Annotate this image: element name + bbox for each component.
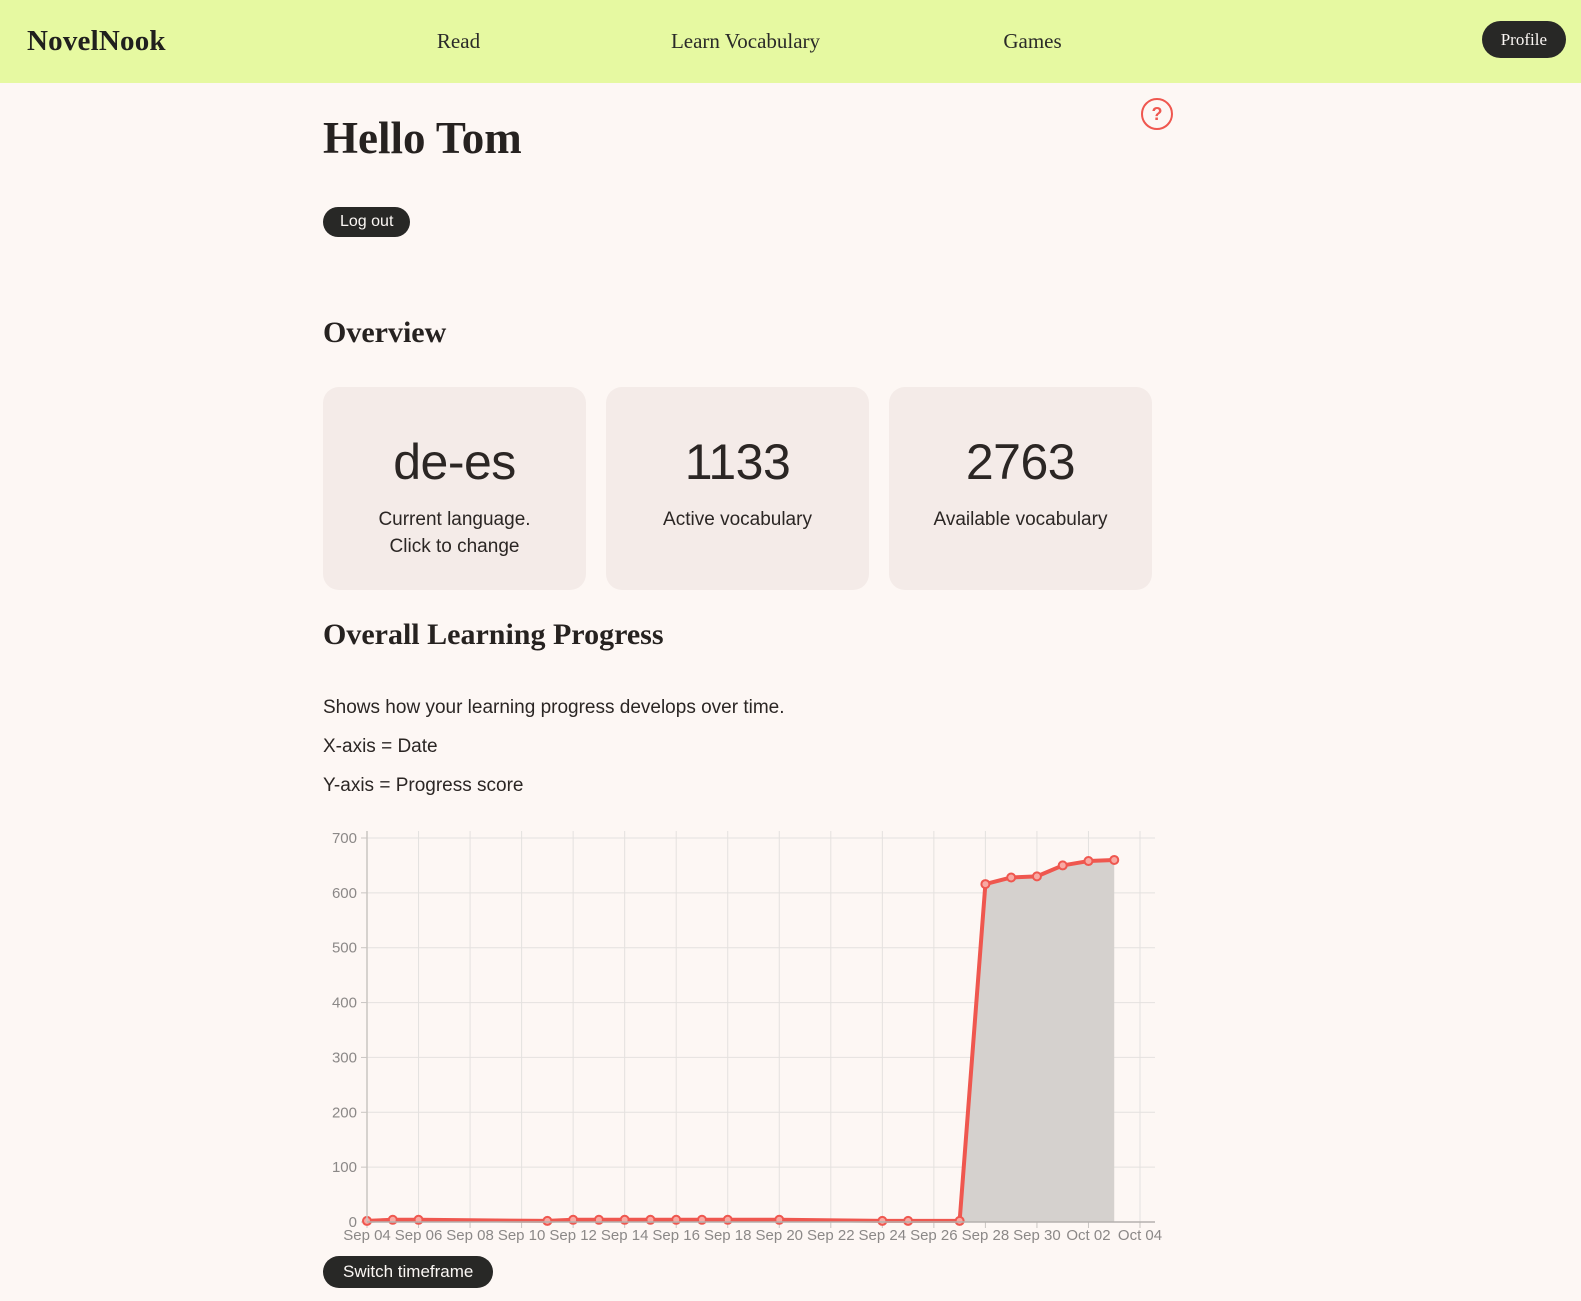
brand-logo[interactable]: NovelNook bbox=[27, 25, 166, 58]
svg-text:100: 100 bbox=[332, 1159, 357, 1176]
page-title: Hello Tom bbox=[323, 113, 522, 163]
card-current-language[interactable]: de-es Current language. Click to change bbox=[323, 387, 586, 590]
card-label-line: Available vocabulary bbox=[933, 509, 1108, 530]
card-label-line: Current language. bbox=[378, 509, 531, 530]
progress-chart: 0 100 200 300 400 500 600 700 Sep 04 Sep 06 Sep 08… bbox=[323, 818, 1172, 1244]
switch-row: Switch timeframe bbox=[323, 1256, 1581, 1288]
svg-text:700: 700 bbox=[332, 830, 357, 847]
card-label-line: Click to change bbox=[389, 535, 520, 557]
switch-timeframe-button[interactable]: Switch timeframe bbox=[323, 1256, 494, 1288]
logout-row: Log out bbox=[323, 207, 1581, 237]
card-value-available: 2763 bbox=[965, 434, 1076, 490]
svg-text:Sep 12: Sep 12 bbox=[549, 1227, 597, 1243]
svg-text:Oct 04: Oct 04 bbox=[1118, 1227, 1162, 1243]
svg-text:Oct 02: Oct 02 bbox=[1066, 1227, 1110, 1243]
card-label-active: Active vocabulary bbox=[606, 507, 869, 534]
card-label-language: Current language. Click to change bbox=[323, 507, 586, 561]
svg-text:200: 200 bbox=[332, 1104, 357, 1121]
logout-button[interactable]: Log out bbox=[323, 207, 411, 237]
svg-text:Sep 18: Sep 18 bbox=[704, 1227, 752, 1243]
svg-text:400: 400 bbox=[332, 995, 357, 1012]
main-content: Hello Tom ? Log out Overview de-es Curre… bbox=[0, 98, 1581, 1288]
main-nav: Read Learn Vocabulary Games bbox=[315, 0, 1176, 83]
svg-text:300: 300 bbox=[332, 1049, 357, 1066]
card-label-line: Active vocabulary bbox=[663, 509, 812, 530]
svg-text:Sep 20: Sep 20 bbox=[755, 1227, 803, 1243]
profile-button[interactable]: Profile bbox=[1481, 21, 1566, 58]
overview-cards: de-es Current language. Click to change … bbox=[323, 387, 1581, 590]
card-value-language: de-es bbox=[393, 434, 516, 490]
card-active-vocabulary: 1133 Active vocabulary bbox=[606, 387, 869, 590]
svg-text:Sep 30: Sep 30 bbox=[1013, 1227, 1061, 1243]
top-navbar: NovelNook Read Learn Vocabulary Games Pr… bbox=[0, 0, 1581, 83]
y-axis-note: Y-axis = Progress score bbox=[323, 775, 524, 796]
progress-heading: Overall Learning Progress bbox=[323, 618, 664, 651]
nav-item-learn-vocabulary[interactable]: Learn Vocabulary bbox=[602, 0, 889, 83]
card-label-available: Available vocabulary bbox=[889, 507, 1152, 534]
x-axis-note: X-axis = Date bbox=[323, 736, 438, 757]
svg-text:Sep 26: Sep 26 bbox=[910, 1227, 958, 1243]
svg-text:Sep 08: Sep 08 bbox=[446, 1227, 494, 1243]
svg-text:Sep 24: Sep 24 bbox=[859, 1227, 907, 1243]
svg-text:Sep 10: Sep 10 bbox=[498, 1227, 546, 1243]
svg-text:Sep 16: Sep 16 bbox=[652, 1227, 700, 1243]
svg-text:600: 600 bbox=[332, 885, 357, 902]
help-icon[interactable]: ? bbox=[1141, 98, 1173, 130]
svg-text:Sep 22: Sep 22 bbox=[807, 1227, 855, 1243]
nav-item-read[interactable]: Read bbox=[315, 0, 602, 83]
svg-text:Sep 28: Sep 28 bbox=[962, 1227, 1010, 1243]
nav-item-games[interactable]: Games bbox=[889, 0, 1176, 83]
overview-heading: Overview bbox=[323, 316, 447, 349]
svg-text:Sep 14: Sep 14 bbox=[601, 1227, 649, 1243]
svg-text:500: 500 bbox=[332, 940, 357, 957]
card-value-active: 1133 bbox=[684, 434, 791, 490]
svg-text:Sep 06: Sep 06 bbox=[395, 1227, 443, 1243]
card-available-vocabulary: 2763 Available vocabulary bbox=[889, 387, 1152, 590]
svg-text:Sep 04: Sep 04 bbox=[343, 1227, 391, 1243]
chart-description: Shows how your learning progress develop… bbox=[323, 697, 785, 718]
